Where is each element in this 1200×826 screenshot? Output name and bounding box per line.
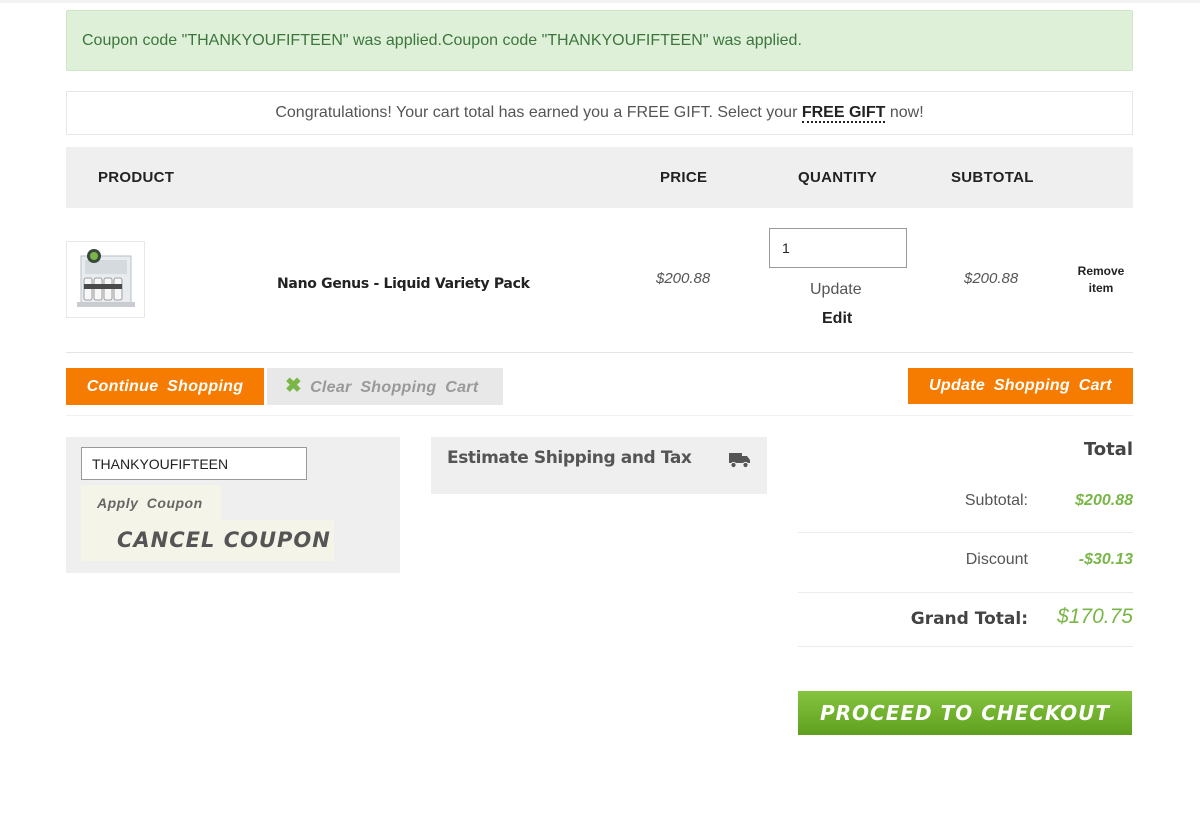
cart-item-row: Nano Genus - Liquid Variety Pack $200.88… [66, 208, 1133, 353]
free-gift-link[interactable]: FREE GIFT [801, 104, 886, 123]
clear-shopping-cart-button[interactable]: ✖ Clear Shopping Cart [267, 368, 503, 405]
apply-coupon-button[interactable]: Apply Coupon [81, 485, 221, 521]
grand-total-label: Grand Total: [910, 609, 1028, 629]
totals-title: Total [1083, 439, 1133, 460]
gift-banner-text: Congratulations! Your cart total has ear… [275, 104, 802, 121]
item-subtotal: $200.88 [964, 270, 1019, 287]
grand-total-value: $170.75 [1057, 605, 1133, 628]
edit-item-link[interactable]: Edit [822, 310, 852, 328]
totals-grand-row: Grand Total: $170.75 [798, 593, 1133, 647]
header-price: PRICE [660, 169, 708, 186]
product-image [67, 242, 144, 317]
quantity-input[interactable] [769, 228, 907, 268]
product-thumbnail[interactable] [66, 241, 145, 318]
update-item-link[interactable]: Update [810, 281, 862, 299]
header-quantity: QUANTITY [798, 169, 878, 186]
close-icon: ✖ [285, 375, 303, 397]
proceed-to-checkout-button[interactable]: PROCEED TO CHECKOUT [798, 691, 1132, 735]
cart-table-header: PRODUCT PRICE QUANTITY SUBTOTAL [66, 147, 1133, 208]
free-gift-banner: Congratulations! Your cart total has ear… [66, 91, 1133, 135]
subtotal-value: $200.88 [1075, 492, 1133, 509]
header-product: PRODUCT [98, 169, 175, 186]
gift-banner-suffix: now! [885, 104, 924, 121]
cart-actions: Continue Shopping ✖ Clear Shopping Cart U… [66, 368, 1133, 416]
coupon-code-input[interactable] [81, 447, 307, 480]
update-shopping-cart-button[interactable]: Update Shopping Cart [908, 368, 1133, 404]
discount-value: -$30.13 [1078, 551, 1133, 568]
clear-cart-label: Clear Shopping Cart [310, 379, 479, 396]
totals-subtotal-row: Subtotal: $200.88 [798, 474, 1133, 533]
remove-item-link[interactable]: Remove item [1070, 263, 1132, 297]
continue-shopping-button[interactable]: Continue Shopping [66, 368, 264, 405]
cancel-coupon-button[interactable]: CANCEL COUPON [81, 520, 334, 561]
truck-icon [729, 453, 750, 469]
totals-discount-row: Discount -$30.13 [798, 533, 1133, 593]
item-price: $200.88 [656, 270, 711, 287]
header-subtotal: SUBTOTAL [951, 169, 1034, 186]
discount-label: Discount [965, 551, 1028, 568]
coupon-panel: Apply Coupon CANCEL COUPON [66, 437, 400, 573]
top-divider [0, 0, 1200, 3]
estimate-shipping-panel[interactable]: Estimate Shipping and Tax [431, 437, 767, 494]
coupon-success-message: Coupon code "THANKYOUFIFTEEN" was applie… [66, 10, 1133, 71]
subtotal-label: Subtotal: [964, 492, 1028, 509]
product-name-link[interactable]: Nano Genus - Liquid Variety Pack [277, 276, 530, 292]
estimate-shipping-title: Estimate Shipping and Tax [447, 448, 692, 468]
